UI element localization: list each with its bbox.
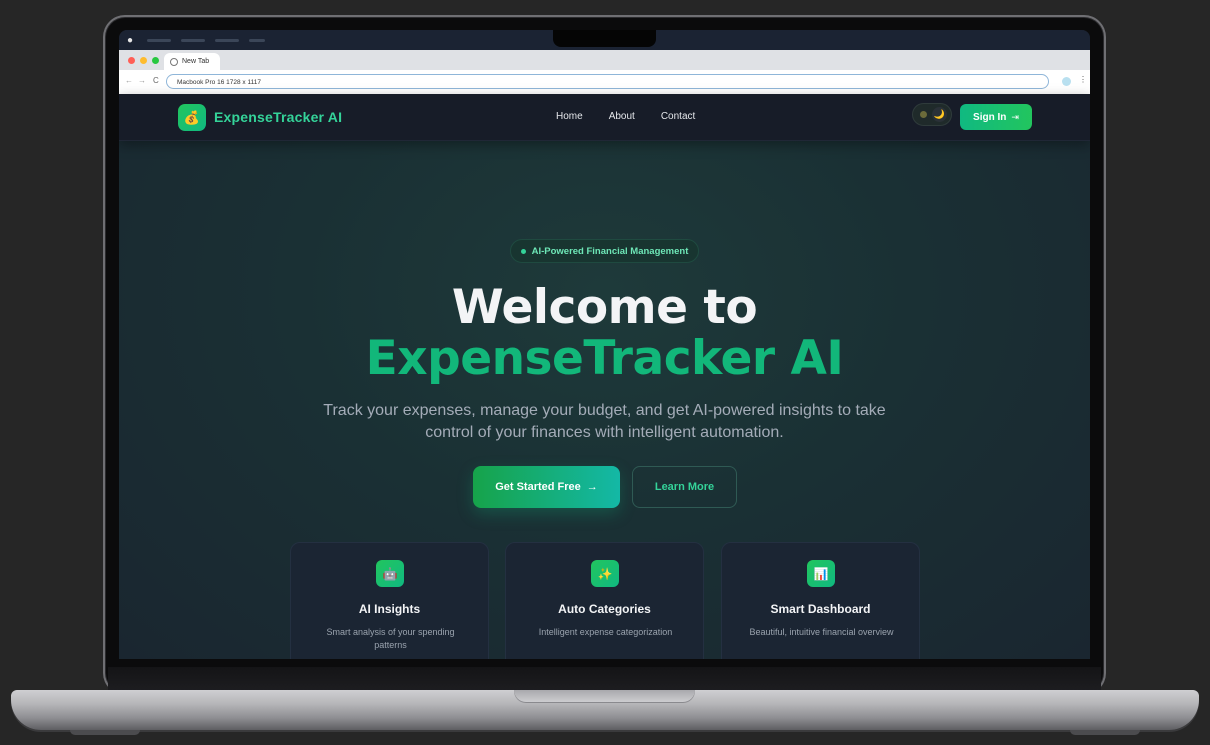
browser-toolbar: ← → C Macbook Pro 16 1728 x 1117 ⋮	[119, 70, 1090, 95]
feature-title: Auto Categories	[558, 602, 651, 616]
browser-tabstrip: New Tab	[119, 50, 1090, 70]
sign-in-icon: ⇥	[1011, 111, 1019, 122]
menubar-item[interactable]	[215, 38, 239, 42]
menubar-item[interactable]	[181, 38, 205, 42]
feature-description: Intelligent expense categorization	[538, 627, 673, 637]
back-button[interactable]: ←	[125, 76, 133, 85]
feature-title: AI Insights	[358, 602, 421, 616]
money-bag-icon[interactable]: 💰	[178, 104, 206, 131]
hero-title-line1: Welcome to	[451, 280, 758, 335]
feature-title: Smart Dashboard	[770, 602, 871, 616]
menubar-item[interactable]	[147, 38, 171, 42]
close-window-button[interactable]	[128, 57, 135, 64]
extension-icon[interactable]	[1062, 77, 1071, 86]
feature-description: Beautiful, intuitive financial overview	[749, 627, 894, 637]
camera-notch	[553, 30, 656, 47]
reload-button[interactable]: C	[153, 76, 159, 85]
browser-tab[interactable]: New Tab	[164, 53, 220, 70]
sign-in-button[interactable]: Sign In ⇥	[960, 104, 1032, 130]
get-started-button[interactable]: Get Started Free →	[473, 466, 620, 508]
site-navbar: 💰 ExpenseTracker AI Home About Contact 🌙…	[119, 94, 1090, 141]
laptop-opening-notch	[514, 690, 695, 703]
maximize-window-button[interactable]	[152, 57, 159, 64]
nav-link-contact[interactable]: Contact	[661, 111, 695, 122]
get-started-label: Get Started Free	[495, 481, 581, 493]
hero-badge: AI-Powered Financial Management	[510, 239, 699, 263]
learn-more-button[interactable]: Learn More	[632, 466, 737, 508]
feature-card-ai-insights: 🤖 AI Insights Smart analysis of your spe…	[290, 542, 489, 659]
moon-icon: 🌙	[932, 107, 947, 122]
minimize-window-button[interactable]	[140, 57, 147, 64]
feature-card-auto-categories: ✨ Auto Categories Intelligent expense ca…	[505, 542, 704, 659]
apple-icon[interactable]: ●	[127, 35, 137, 46]
hero-title-line2: ExpenseTracker AI	[365, 331, 844, 386]
feature-description: Smart analysis of your spending patterns	[326, 627, 455, 650]
webpage: 💰 ExpenseTracker AI Home About Contact 🌙…	[119, 94, 1090, 659]
window-controls	[128, 57, 159, 64]
menubar-item[interactable]	[249, 38, 265, 42]
chart-icon: 📊	[807, 560, 835, 587]
globe-icon	[170, 57, 178, 66]
address-bar[interactable]: Macbook Pro 16 1728 x 1117	[166, 74, 1049, 89]
nav-link-about[interactable]: About	[609, 111, 635, 122]
arrow-right-icon: →	[586, 481, 598, 493]
laptop-foot	[70, 730, 140, 735]
brand-name[interactable]: ExpenseTracker AI	[214, 109, 342, 125]
status-dot-icon	[520, 248, 526, 254]
hero-subtitle: Track your expenses, manage your budget,…	[323, 402, 886, 441]
forward-button[interactable]: →	[138, 76, 146, 85]
feature-card-smart-dashboard: 📊 Smart Dashboard Beautiful, intuitive f…	[721, 542, 920, 659]
robot-icon: 🤖	[376, 560, 404, 587]
screen-bezel-bottom	[108, 667, 1101, 691]
browser-menu-button[interactable]: ⋮	[1079, 75, 1087, 84]
laptop-screen: ● New Tab ← → C Macbook Pro 16 1728 x 11…	[119, 30, 1090, 659]
sign-in-label: Sign In	[973, 111, 1007, 123]
sun-icon	[920, 111, 927, 118]
nav-link-home[interactable]: Home	[556, 111, 583, 122]
theme-toggle[interactable]: 🌙	[912, 103, 952, 126]
tab-title: New Tab	[182, 58, 210, 65]
sparkles-icon: ✨	[591, 560, 619, 587]
nav-links: Home About Contact	[556, 111, 721, 122]
hero-badge-label: AI-Powered Financial Management	[531, 245, 689, 257]
laptop-foot	[1070, 730, 1140, 735]
